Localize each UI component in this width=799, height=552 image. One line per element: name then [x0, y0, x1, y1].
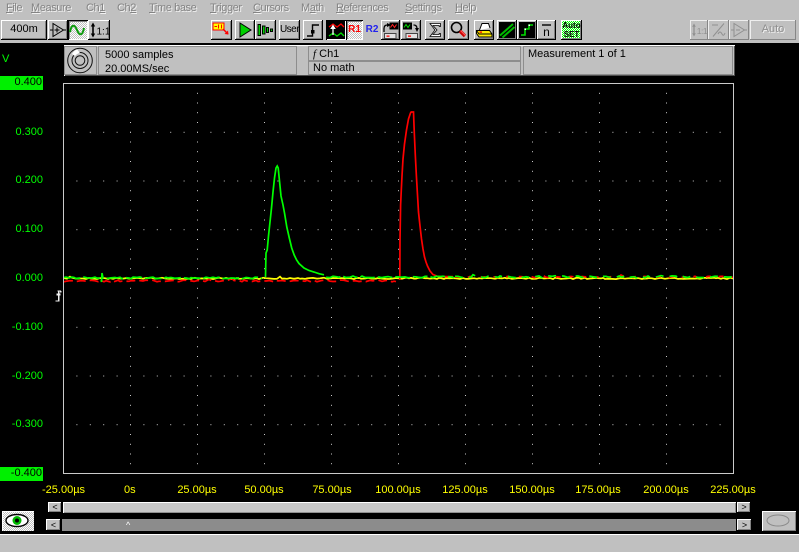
- svg-text:1:1: 1:1: [696, 26, 707, 36]
- svg-text:1:1: 1:1: [97, 27, 110, 38]
- svg-text:n: n: [543, 25, 550, 39]
